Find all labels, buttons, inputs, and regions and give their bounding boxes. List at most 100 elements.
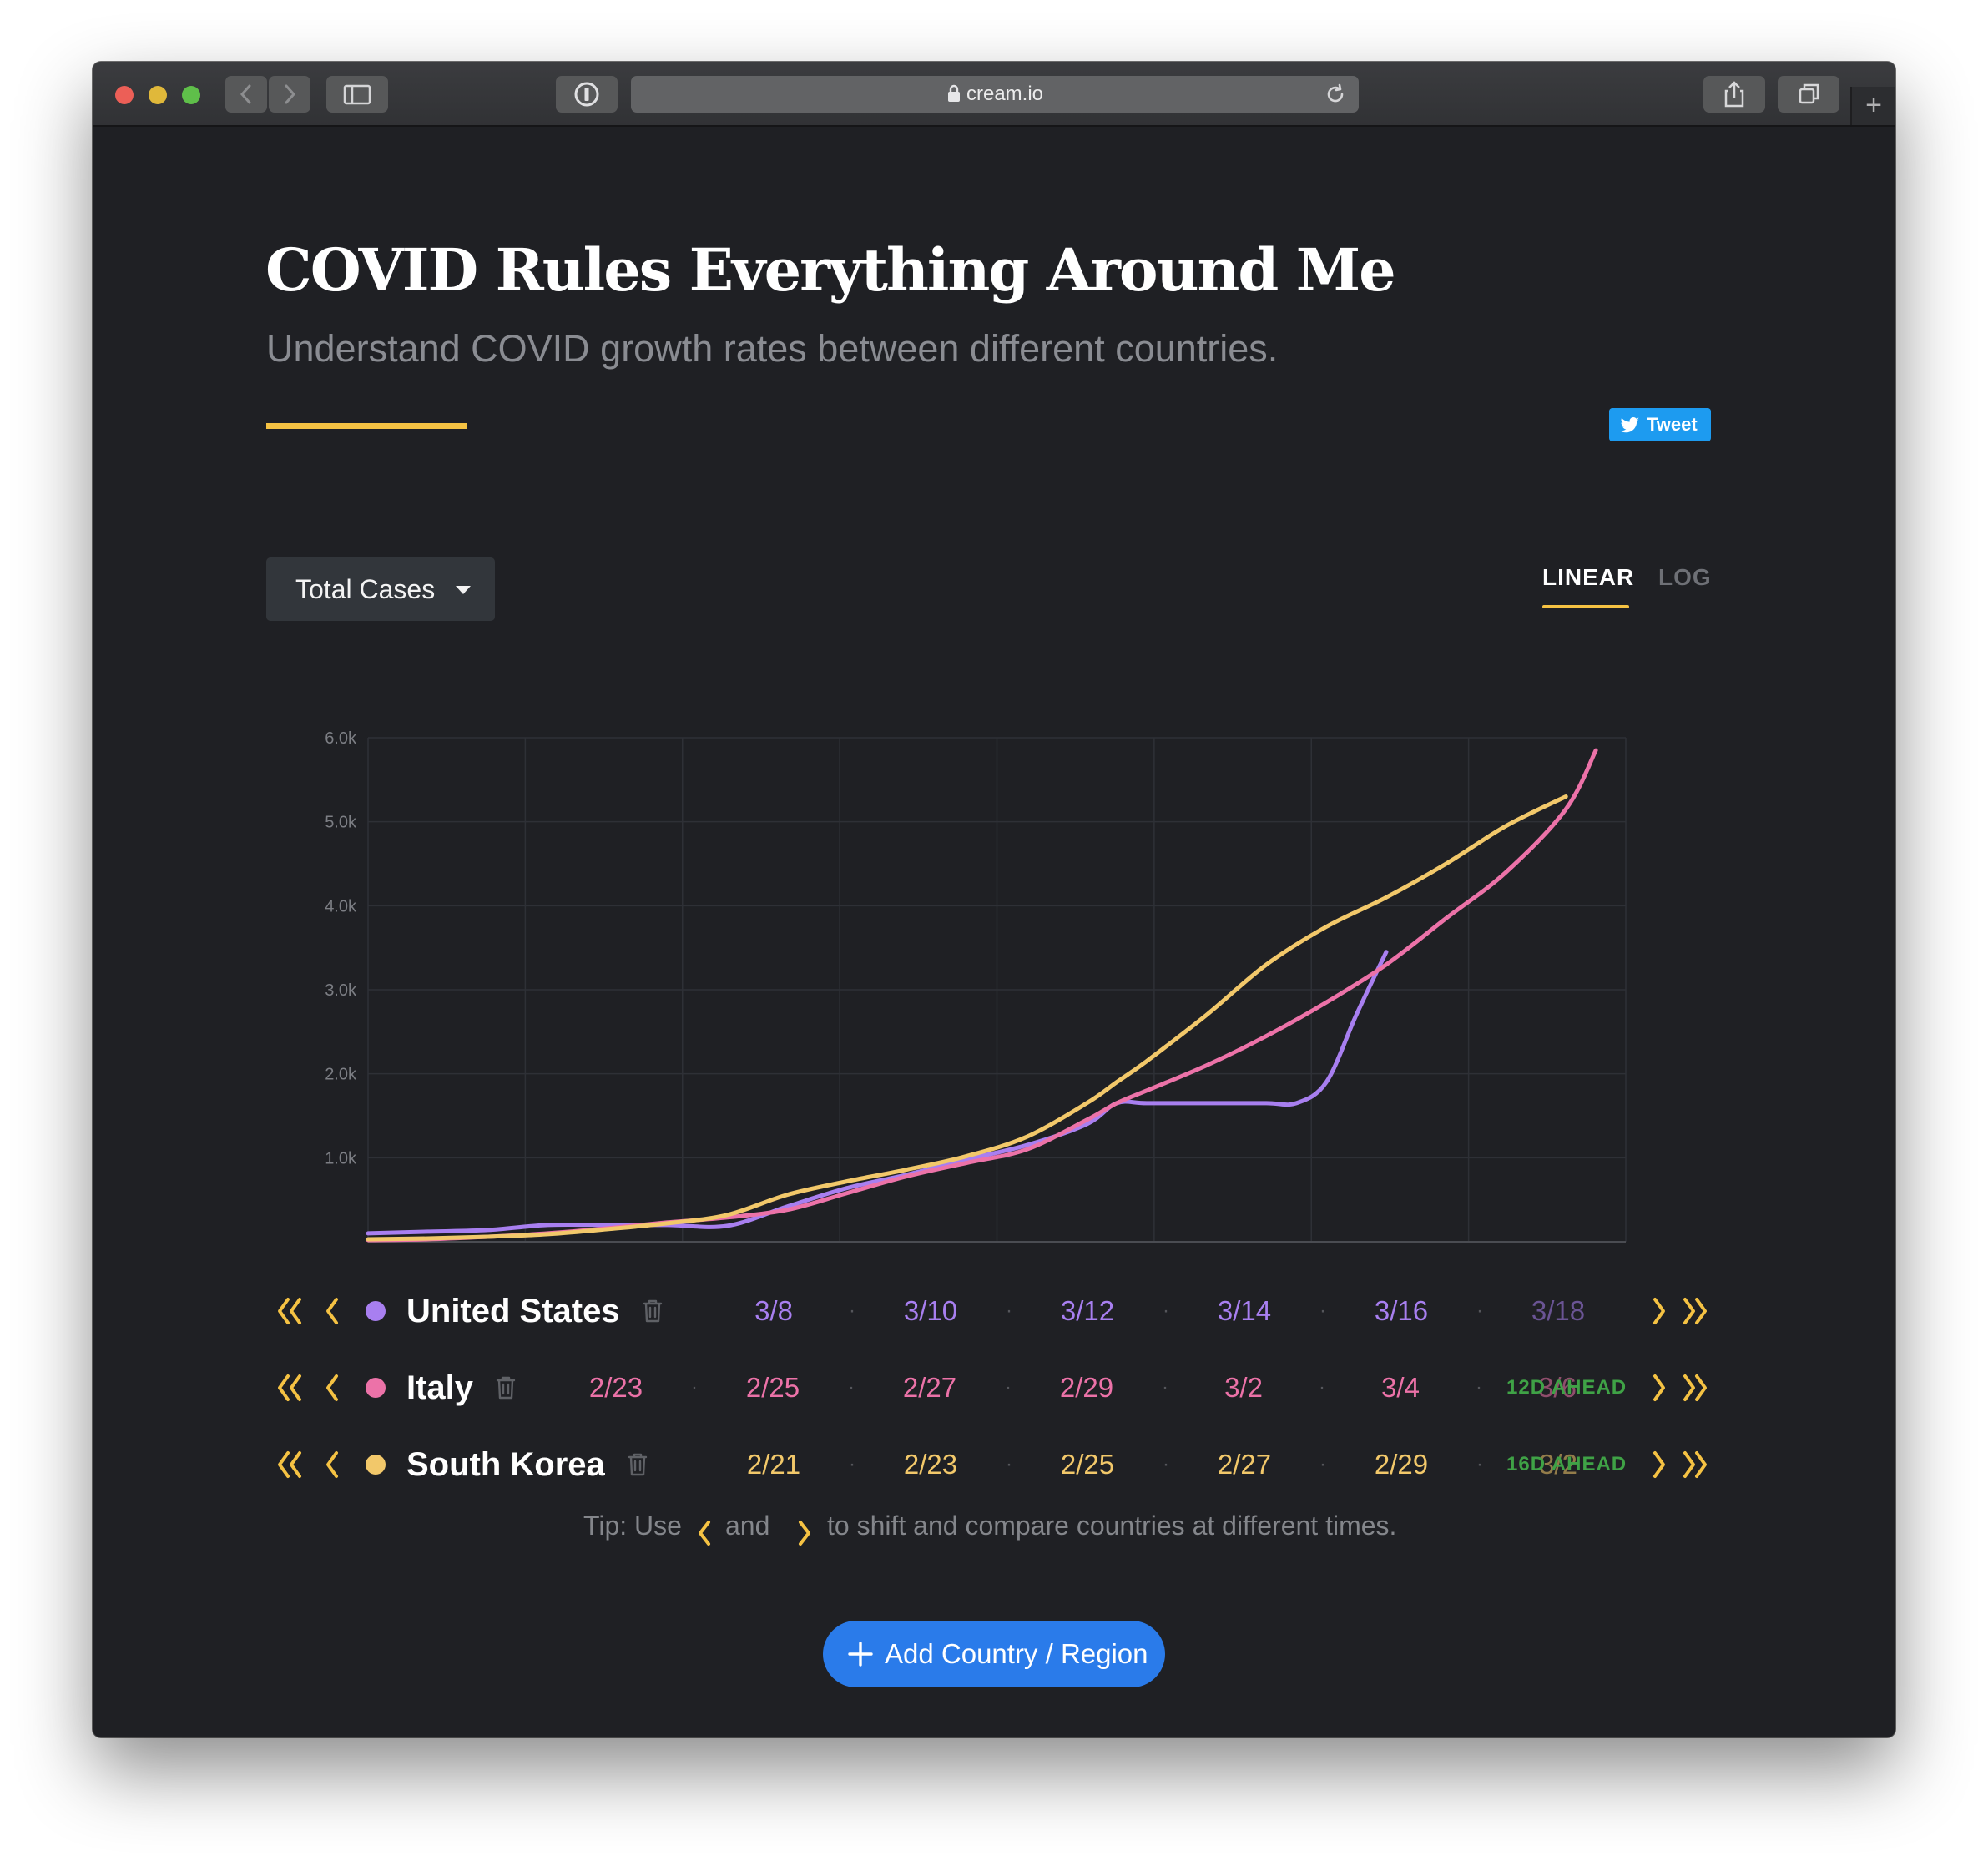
- date-separator: ·: [1006, 1453, 1012, 1475]
- chevron-right-icon: [1642, 1298, 1675, 1331]
- active-tab-indicator: [1542, 605, 1629, 608]
- shift-back-button[interactable]: [316, 1294, 350, 1328]
- sidebar-toggle-button[interactable]: [326, 76, 388, 113]
- shift-start-button[interactable]: [273, 1371, 306, 1405]
- remove-country-button[interactable]: [627, 1452, 648, 1481]
- date-label: 2/23: [588, 1372, 643, 1403]
- minimize-window-button[interactable]: [149, 86, 167, 104]
- tabs-overview-button[interactable]: [1778, 76, 1839, 113]
- share-button[interactable]: [1703, 76, 1765, 113]
- date-separator: ·: [1476, 1299, 1483, 1322]
- shift-start-button[interactable]: [273, 1294, 306, 1328]
- password-manager-icon: [574, 82, 599, 107]
- metric-label: Total Cases: [295, 574, 436, 604]
- date-separator: ·: [1163, 1299, 1169, 1322]
- country-color-dot: [366, 1455, 386, 1475]
- y-tick-label: 2.0k: [325, 1066, 357, 1084]
- chevron-left-icon: [699, 1521, 710, 1546]
- date-label: 3/14: [1217, 1295, 1272, 1326]
- chevron-left-icon: [316, 1451, 350, 1485]
- double-chevron-left-icon: [273, 1374, 306, 1408]
- date-separator: ·: [1162, 1376, 1168, 1399]
- series-line-2: [366, 794, 1568, 1242]
- zoom-window-button[interactable]: [182, 86, 200, 104]
- accent-divider: [266, 423, 467, 429]
- shift-forward-button[interactable]: [1642, 1371, 1675, 1405]
- country-row: United States 3/8 · 3/10 · 3/12 · 3/14 · 3/16 · 3/1…: [93, 1282, 1895, 1340]
- url-text: cream.io: [631, 76, 1359, 113]
- tip-prefix: Tip: Use: [583, 1510, 682, 1541]
- tab-log[interactable]: LOG: [1658, 564, 1712, 591]
- date-label: 2/23: [903, 1449, 958, 1480]
- country-color-dot: [366, 1378, 386, 1398]
- shift-back-button[interactable]: [316, 1448, 350, 1481]
- double-chevron-right-icon: [1678, 1451, 1712, 1485]
- date-separator: ·: [1319, 1453, 1326, 1475]
- shift-forward-button[interactable]: [1642, 1448, 1675, 1481]
- sidebar-icon: [343, 84, 371, 105]
- reload-icon[interactable]: [1324, 82, 1349, 107]
- date-label: 2/29: [1059, 1372, 1114, 1403]
- tip-suffix: to shift and compare countries at differ…: [827, 1510, 1397, 1541]
- chevron-right-icon: [285, 84, 296, 104]
- date-label: 3/12: [1060, 1295, 1115, 1326]
- chevron-right-icon: [799, 1521, 810, 1546]
- country-row: Italy 2/23 · 2/25 · 2/27 · 2/29 · 3/2 · 3/4 · 3/6 12D …: [93, 1359, 1895, 1417]
- shift-start-button[interactable]: [273, 1448, 306, 1481]
- remove-country-button[interactable]: [642, 1299, 664, 1328]
- chevron-right-icon: [1642, 1374, 1675, 1408]
- series-line-1: [366, 748, 1598, 1243]
- y-tick-label: 1.0k: [325, 1149, 357, 1168]
- days-ahead-badge: 16D AHEAD: [1506, 1453, 1627, 1475]
- page-title: COVID Rules Everything Around Me: [265, 235, 1396, 305]
- trash-icon: [643, 1299, 663, 1323]
- password-manager-button[interactable]: [556, 76, 618, 113]
- caret-down-icon: [456, 586, 471, 594]
- date-separator: ·: [848, 1376, 855, 1399]
- double-chevron-left-icon: [273, 1451, 306, 1485]
- add-country-button[interactable]: Add Country / Region: [823, 1621, 1165, 1687]
- shift-back-button[interactable]: [316, 1371, 350, 1405]
- date-label: 2/27: [1217, 1449, 1272, 1480]
- tweet-button[interactable]: Tweet: [1609, 408, 1711, 441]
- chevron-right-icon: [1642, 1451, 1675, 1485]
- date-label: 3/8: [754, 1295, 793, 1326]
- date-separator: ·: [849, 1299, 855, 1322]
- page-content: COVID Rules Everything Around Me Underst…: [93, 127, 1895, 1737]
- trash-icon: [628, 1453, 648, 1476]
- country-name: United States: [406, 1293, 620, 1329]
- date-label: 3/10: [903, 1295, 958, 1326]
- new-tab-button[interactable]: +: [1850, 87, 1895, 125]
- date-label: 2/27: [902, 1372, 957, 1403]
- chevron-left-icon: [240, 84, 251, 104]
- date-label: 3/2: [1224, 1372, 1263, 1403]
- date-label: 3/4: [1381, 1372, 1420, 1403]
- date-separator: ·: [1476, 1376, 1482, 1399]
- metric-dropdown[interactable]: Total Cases: [266, 557, 495, 621]
- share-icon: [1724, 81, 1744, 108]
- shift-forward-button[interactable]: [1642, 1294, 1675, 1328]
- date-label: 2/25: [1060, 1449, 1115, 1480]
- date-separator: ·: [1163, 1453, 1169, 1475]
- back-button[interactable]: [225, 76, 267, 113]
- days-ahead-badge: 12D AHEAD: [1506, 1376, 1627, 1399]
- y-tick-label: 5.0k: [325, 814, 357, 832]
- forward-button[interactable]: [269, 76, 310, 113]
- shift-end-button[interactable]: [1678, 1448, 1712, 1481]
- chevron-left-icon: [316, 1374, 350, 1408]
- y-tick-label: 3.0k: [325, 981, 357, 1000]
- tab-linear[interactable]: LINEAR: [1542, 564, 1634, 591]
- double-chevron-left-icon: [273, 1298, 306, 1331]
- add-country-label: Add Country / Region: [885, 1638, 1148, 1669]
- tip-middle: and: [725, 1510, 770, 1541]
- address-bar[interactable]: cream.io: [631, 76, 1359, 113]
- date-label: 2/29: [1374, 1449, 1429, 1480]
- shift-end-button[interactable]: [1678, 1294, 1712, 1328]
- shift-end-button[interactable]: [1678, 1371, 1712, 1405]
- date-label: 3/16: [1374, 1295, 1429, 1326]
- browser-window: cream.io + COVID Rules Everything Around…: [93, 62, 1895, 1737]
- remove-country-button[interactable]: [495, 1375, 517, 1405]
- close-window-button[interactable]: [115, 86, 134, 104]
- browser-toolbar: cream.io +: [93, 62, 1895, 127]
- series-line-0: [366, 950, 1389, 1236]
